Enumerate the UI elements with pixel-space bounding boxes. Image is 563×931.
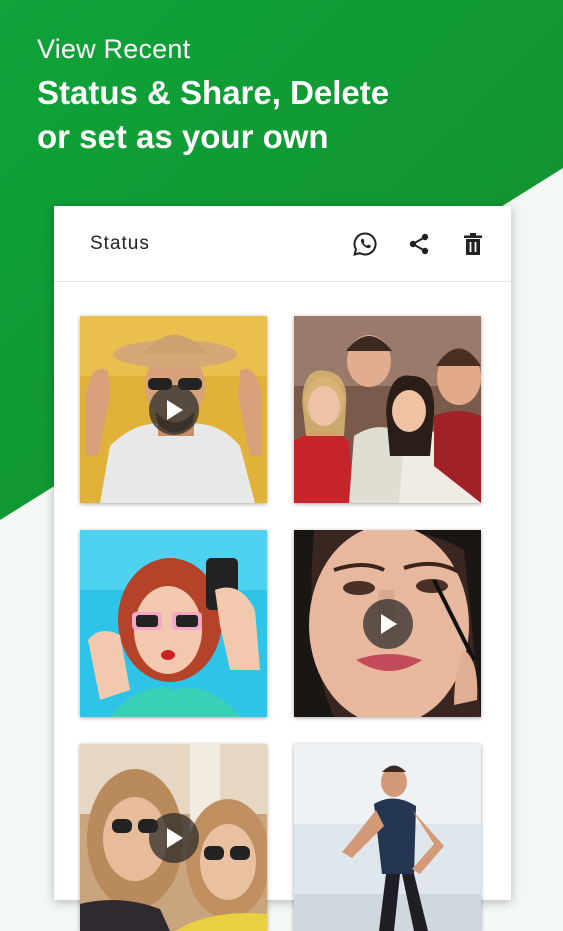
delete-button[interactable] xyxy=(457,228,489,260)
play-icon xyxy=(166,827,183,848)
status-tile[interactable] xyxy=(294,530,481,717)
card-header: Status xyxy=(54,206,511,282)
share-button[interactable] xyxy=(403,228,435,260)
card-title: Status xyxy=(90,232,150,254)
status-thumbnail-image xyxy=(80,530,267,717)
play-button[interactable] xyxy=(362,598,413,649)
status-thumbnail-image xyxy=(294,744,481,931)
whatsapp-button[interactable] xyxy=(349,228,381,260)
status-tile[interactable] xyxy=(294,316,481,503)
hero-text: View Recent Status & Share, Delete or se… xyxy=(37,34,389,159)
status-tile[interactable] xyxy=(294,744,481,931)
status-tile[interactable] xyxy=(80,316,267,503)
status-thumbnail-image xyxy=(294,316,481,503)
status-tile[interactable] xyxy=(80,744,267,931)
play-button[interactable] xyxy=(148,384,199,435)
hero-subtitle: View Recent xyxy=(37,34,191,64)
share-icon xyxy=(409,233,429,254)
play-icon xyxy=(380,613,397,634)
delete-icon xyxy=(464,232,482,255)
play-button[interactable] xyxy=(148,812,199,863)
play-icon xyxy=(166,399,183,420)
status-card: Status xyxy=(54,206,511,931)
hero-headline: Status & Share, Delete or set as your ow… xyxy=(37,74,390,155)
status-tile[interactable] xyxy=(80,530,267,717)
whatsapp-icon xyxy=(353,231,377,256)
